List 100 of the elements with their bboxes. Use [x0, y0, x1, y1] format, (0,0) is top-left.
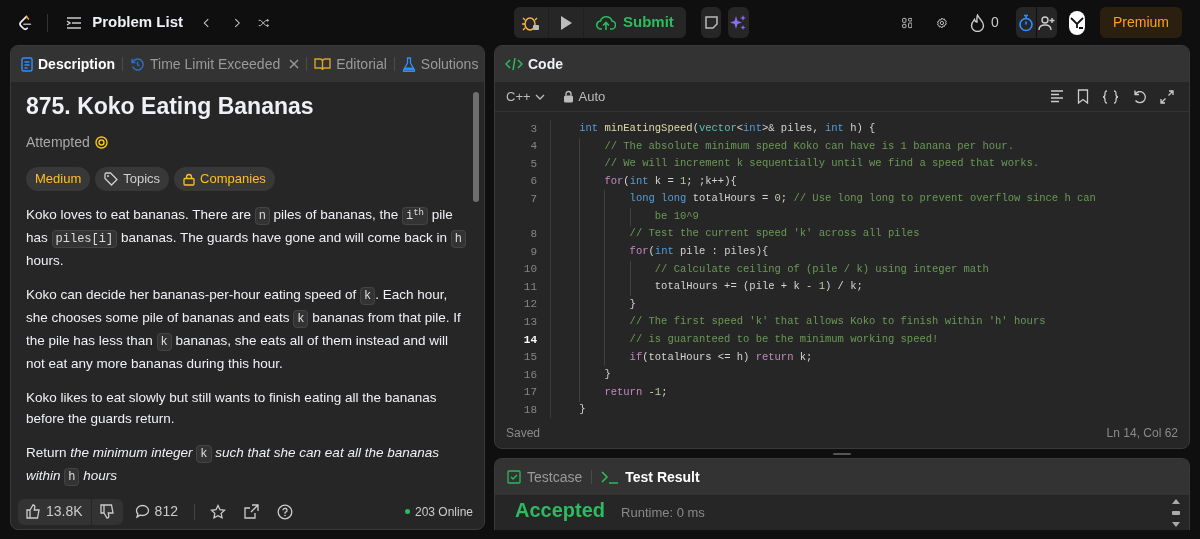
panel-tab[interactable]: Time Limit Exceeded: [130, 53, 281, 75]
submit-button[interactable]: Submit: [584, 7, 686, 38]
line-number: 8: [530, 228, 537, 241]
terminal-icon: [601, 470, 620, 484]
bookmark-icon[interactable]: [1077, 89, 1089, 104]
streak-count: 0: [991, 13, 999, 32]
line-number: 3: [530, 122, 537, 135]
comment-icon: [134, 504, 150, 519]
line-number: 12: [523, 298, 537, 311]
verdict-text: Accepted: [515, 498, 606, 523]
share-icon[interactable]: [243, 504, 259, 519]
scrollbar-thumb[interactable]: [473, 92, 479, 202]
resize-handle[interactable]: [833, 452, 851, 455]
timer-button[interactable]: [1015, 7, 1036, 38]
code-line: // The first speed 'k' that allows Koko to finish within 'h' hours: [629, 314, 1046, 330]
description-paragraph: Koko loves to eat bananas. There are n piles of bananas, the i$^{th}$ pile has piles[i] bananas. The guards have gone and will come back in h hours.: [26, 204, 468, 271]
language-dropdown[interactable]: C++: [506, 86, 545, 107]
invite-button[interactable]: [1037, 7, 1058, 38]
code-line: // Test the current speed 'k' across all piles: [629, 226, 920, 242]
code-line: for(int pile : piles){: [629, 244, 769, 260]
note-icon: [703, 15, 719, 30]
line-number: 9: [530, 245, 537, 258]
close-tab-button[interactable]: [289, 59, 300, 69]
braces-icon[interactable]: [1102, 89, 1119, 104]
lock-icon: [562, 90, 574, 103]
save-status: Saved: [506, 425, 541, 442]
premium-button[interactable]: Premium: [1100, 7, 1182, 38]
chevron-down-icon: [534, 93, 545, 100]
line-number: 17: [523, 386, 537, 399]
flame-icon: [970, 13, 985, 32]
history-icon: [130, 56, 145, 72]
avatar-mark-icon: [1070, 16, 1085, 29]
line-number: 14: [523, 333, 537, 346]
line-number: 7: [530, 192, 537, 205]
tag-chip[interactable]: Topics: [95, 167, 170, 191]
expand-icon[interactable]: [1160, 89, 1174, 104]
run-button[interactable]: [549, 7, 583, 38]
ai-button[interactable]: [728, 7, 749, 38]
code-line: if(totalHours <= h) return k;: [629, 349, 813, 365]
description-paragraph: Return the minimum integer k such that she can eat all the bananas within h hours: [26, 444, 440, 488]
checkbox-icon: [507, 470, 521, 484]
mode-label: Auto: [578, 87, 606, 106]
line-number: 13: [523, 316, 537, 329]
line-number: 5: [530, 157, 537, 170]
description-paragraph: Koko can decide her bananas-per-hour eating speed of k . Each hour, she chooses some pile of bananas and eats k bananas from that pile. If the pile has less than k bananas, she eats all of them instead and will not eat any more bananas during this hour.: [26, 286, 462, 373]
console-tab[interactable]: Testcase: [507, 466, 583, 488]
code-line: return -1;: [604, 384, 668, 400]
code-line: // Calculate ceiling of (pile / k) using integer math: [654, 261, 989, 277]
problem-title: 875. Koko Eating Bananas: [26, 92, 315, 121]
avatar[interactable]: [1069, 10, 1085, 35]
add-user-icon: [1038, 14, 1057, 31]
code-line: for(int k = 1; ;k++){: [604, 173, 737, 189]
code-line: // is guaranteed to be the minimum working speed!: [629, 332, 939, 348]
console-tab[interactable]: Test Result: [601, 466, 700, 488]
line-number: 4: [530, 140, 537, 153]
problem-status: Attempted: [26, 133, 90, 152]
lock-icon: [183, 172, 196, 186]
code-line: totalHours += (pile + k - 1) / k;: [654, 279, 863, 295]
code-brackets-icon: [505, 57, 523, 71]
tag-chip[interactable]: Medium: [26, 167, 91, 191]
runtime-text: Runtime: 0 ms: [621, 504, 705, 522]
cursor-position: Ln 14, Col 62: [1106, 425, 1178, 442]
line-number: 18: [523, 404, 537, 417]
line-number: 6: [530, 175, 537, 188]
debug-button[interactable]: [514, 7, 548, 38]
scroll-arrows-icon[interactable]: [1171, 498, 1181, 528]
book-icon: [314, 57, 332, 71]
panel-tab[interactable]: Editorial: [314, 53, 387, 75]
stopwatch-icon: [1017, 13, 1034, 32]
code-line: long long totalHours = 0; // Use long long to prevent overflow since h can: [629, 191, 1096, 207]
code-line: }: [604, 367, 611, 383]
thumbs-up-icon: [26, 504, 41, 519]
note-button[interactable]: [700, 7, 722, 38]
code-line: }: [629, 296, 636, 312]
cloud-upload-icon: [596, 14, 616, 31]
format-icon[interactable]: [1050, 90, 1064, 103]
undo-icon[interactable]: [1132, 89, 1147, 104]
code-line: // The absolute minimum speed Koko can have is 1 banana per hour.: [604, 138, 1014, 154]
help-icon[interactable]: [276, 503, 293, 520]
sparkle-icon: [729, 13, 748, 32]
comments-button[interactable]: 812: [134, 501, 178, 522]
tag-chip[interactable]: Companies: [174, 167, 275, 191]
problem-list-button[interactable]: Problem List: [66, 11, 183, 34]
star-icon[interactable]: [209, 503, 226, 520]
like-button[interactable]: 13.8K: [18, 498, 91, 525]
panel-tab[interactable]: Description: [21, 53, 115, 75]
line-number: 10: [523, 263, 537, 276]
line-number: 11: [523, 280, 537, 293]
code-line: // We will increment k sequentially until we find a speed that works.: [604, 156, 1040, 172]
panel-tab[interactable]: Solutions: [401, 53, 479, 75]
code-line: be 10^9: [654, 208, 699, 224]
document-icon: [21, 56, 33, 72]
flask-icon: [401, 56, 416, 72]
code-line: int minEatingSpeed(vector<int>& piles, int h) {: [579, 120, 876, 136]
code-tab[interactable]: Code: [505, 53, 563, 75]
list-icon: [66, 15, 83, 30]
description-paragraph: Koko likes to eat slowly but still wants to finish eating all the bananas before the guards return.: [26, 389, 438, 428]
dislike-button[interactable]: [91, 498, 123, 525]
target-icon: [94, 136, 108, 149]
online-count: 203 Online: [414, 503, 473, 521]
